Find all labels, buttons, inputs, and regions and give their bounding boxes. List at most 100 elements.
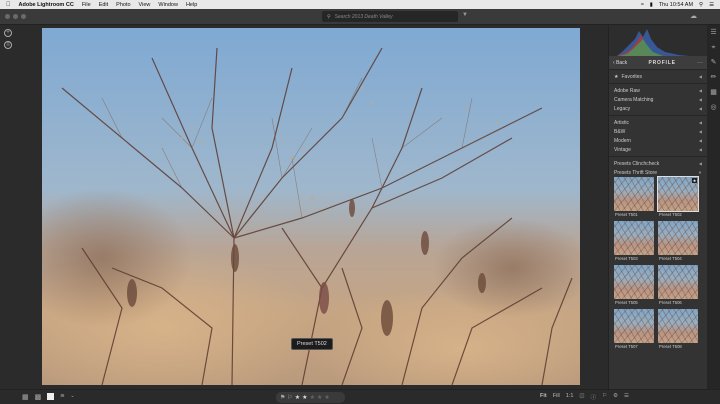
- collapse-icon: ▼: [698, 170, 702, 175]
- expand-icon: ◀: [698, 120, 702, 125]
- menu-window[interactable]: Window: [158, 2, 178, 8]
- profile-groups-3: Presets Clinchcheck ◀ Presets Thrift Stor…: [609, 157, 707, 177]
- photo-image: [42, 28, 580, 385]
- group-label: B&W: [614, 128, 626, 135]
- reject-flag-icon[interactable]: ⚐: [287, 394, 292, 401]
- star-2-icon[interactable]: ★: [302, 394, 307, 401]
- zoom-window-button[interactable]: [21, 14, 26, 19]
- group-label: Vintage: [614, 146, 631, 153]
- flag-icon[interactable]: ⚑: [280, 394, 285, 401]
- group-presets-clinchcheck[interactable]: Presets Clinchcheck ◀: [609, 159, 707, 168]
- close-window-button[interactable]: [5, 14, 10, 19]
- expand-icon: ◀: [698, 88, 702, 93]
- search-input[interactable]: ⚲ Search 2013 Death Valley: [322, 11, 458, 22]
- group-modern[interactable]: Modern ◀: [609, 136, 707, 145]
- group-legacy[interactable]: Legacy ◀: [609, 104, 707, 113]
- group-label: Legacy: [614, 105, 631, 112]
- menu-edit[interactable]: Edit: [99, 2, 108, 8]
- preset-thumb[interactable]: Preset T506: [658, 265, 698, 306]
- star-3-icon[interactable]: ★: [310, 394, 315, 401]
- star-1-icon[interactable]: ★: [295, 394, 300, 401]
- menu-view[interactable]: View: [139, 2, 151, 8]
- detail-view-icon[interactable]: [47, 393, 55, 400]
- gradient-icon[interactable]: ▦: [707, 85, 720, 100]
- preset-thumb[interactable]: Preset T501: [614, 177, 654, 218]
- fill-button[interactable]: Fill: [553, 393, 560, 401]
- menu-help[interactable]: Help: [186, 2, 197, 8]
- star-5-icon[interactable]: ★: [324, 394, 329, 401]
- thumb-label: Preset T503: [615, 256, 638, 261]
- battery-icon[interactable]: ▮: [650, 2, 653, 8]
- sort-dropdown-icon[interactable]: ⌄: [70, 393, 74, 401]
- group-camera-matching[interactable]: Camera Matching ◀: [609, 95, 707, 104]
- preset-thumb[interactable]: Preset T505: [614, 265, 654, 306]
- apple-icon[interactable]: : [6, 2, 11, 8]
- sort-icon[interactable]: ≡: [60, 393, 64, 401]
- crop-icon[interactable]: ⌖: [707, 40, 720, 55]
- group-label: Camera Matching: [614, 96, 654, 103]
- edit-sliders-icon[interactable]: ☰: [707, 25, 720, 40]
- favorites-row[interactable]: ★ Favorites ◀: [609, 72, 707, 81]
- thumb-image: [658, 309, 698, 343]
- group-label: Presets Thrift Store: [614, 169, 657, 176]
- square-grid-view-icon[interactable]: ▩: [35, 393, 42, 401]
- back-button[interactable]: ‹ Back: [613, 60, 627, 66]
- star-4-icon[interactable]: ★: [317, 394, 322, 401]
- compare-icon[interactable]: ◫: [579, 393, 584, 401]
- minimize-window-button[interactable]: [13, 14, 18, 19]
- thumb-image: [614, 221, 654, 255]
- cloud-sync-icon[interactable]: ☁: [690, 12, 697, 20]
- profile-groups-1: Adobe Raw ◀ Camera Matching ◀ Legacy ◀: [609, 84, 707, 116]
- search-icon: ⚲: [327, 13, 331, 20]
- thumb-image: [658, 221, 698, 255]
- fit-button[interactable]: Fit: [540, 393, 547, 401]
- wifi-icon[interactable]: ≈: [641, 2, 644, 8]
- profile-header: ‹ Back PROFILE ···: [609, 56, 707, 70]
- search-icon[interactable]: ⚲: [699, 2, 703, 8]
- group-artistic[interactable]: Artistic ◀: [609, 118, 707, 127]
- expand-icon: ◀: [698, 106, 702, 111]
- library-icon[interactable]: ≡: [4, 41, 12, 49]
- thumb-label: Preset T504: [659, 256, 682, 261]
- thumb-label: Preset T508: [659, 344, 682, 349]
- group-label: Adobe Raw: [614, 87, 640, 94]
- preset-thumb[interactable]: Preset T508: [658, 309, 698, 350]
- group-presets-thrift-store[interactable]: Presets Thrift Store ▼: [609, 168, 707, 177]
- grid-view-icon[interactable]: ▦: [22, 393, 29, 401]
- clock[interactable]: Thu 10:54 AM: [659, 2, 693, 8]
- group-label: Modern: [614, 137, 631, 144]
- preset-thumb[interactable]: Preset T507: [614, 309, 654, 350]
- favorite-star-icon[interactable]: ★: [692, 178, 697, 183]
- list-icon[interactable]: ☰: [709, 2, 714, 8]
- group-bw[interactable]: B&W ◀: [609, 127, 707, 136]
- preset-thumbnails: Preset T501 ★ Preset T502 Preset T503 Pre…: [609, 176, 707, 350]
- radial-icon[interactable]: ◎: [707, 100, 720, 115]
- brush-icon[interactable]: ✏: [707, 70, 720, 85]
- menu-photo[interactable]: Photo: [116, 2, 130, 8]
- menu-file[interactable]: File: [82, 2, 91, 8]
- more-options-button[interactable]: ···: [697, 60, 703, 66]
- expand-icon: ◀: [698, 74, 702, 79]
- info-icon[interactable]: ⓘ: [591, 393, 597, 401]
- thumb-label: Preset T502: [659, 212, 682, 217]
- add-photos-icon[interactable]: +: [4, 29, 12, 37]
- search-placeholder: Search 2013 Death Valley: [334, 13, 393, 20]
- histogram: [609, 25, 707, 56]
- group-vintage[interactable]: Vintage ◀: [609, 145, 707, 154]
- group-adobe-raw[interactable]: Adobe Raw ◀: [609, 86, 707, 95]
- healing-brush-icon[interactable]: ✎: [707, 55, 720, 70]
- preset-thumb-selected[interactable]: ★ Preset T502: [657, 176, 699, 218]
- expand-icon: ◀: [698, 97, 702, 102]
- window-controls: [5, 14, 26, 19]
- menu-app[interactable]: Adobe Lightroom CC: [19, 2, 74, 8]
- one-to-one-button[interactable]: 1:1: [566, 393, 574, 401]
- preset-thumb[interactable]: Preset T504: [658, 221, 698, 262]
- favorites-section: ★ Favorites ◀: [609, 70, 707, 84]
- preset-thumb[interactable]: Preset T503: [614, 221, 654, 262]
- tag-icon[interactable]: ⚐: [602, 393, 607, 401]
- presets-icon[interactable]: ⚙: [613, 393, 618, 401]
- filter-icon[interactable]: ▼: [462, 12, 468, 18]
- thumb-image: [614, 309, 654, 343]
- edit-toggle-icon[interactable]: ☰: [624, 393, 629, 401]
- main-photo[interactable]: [42, 28, 580, 385]
